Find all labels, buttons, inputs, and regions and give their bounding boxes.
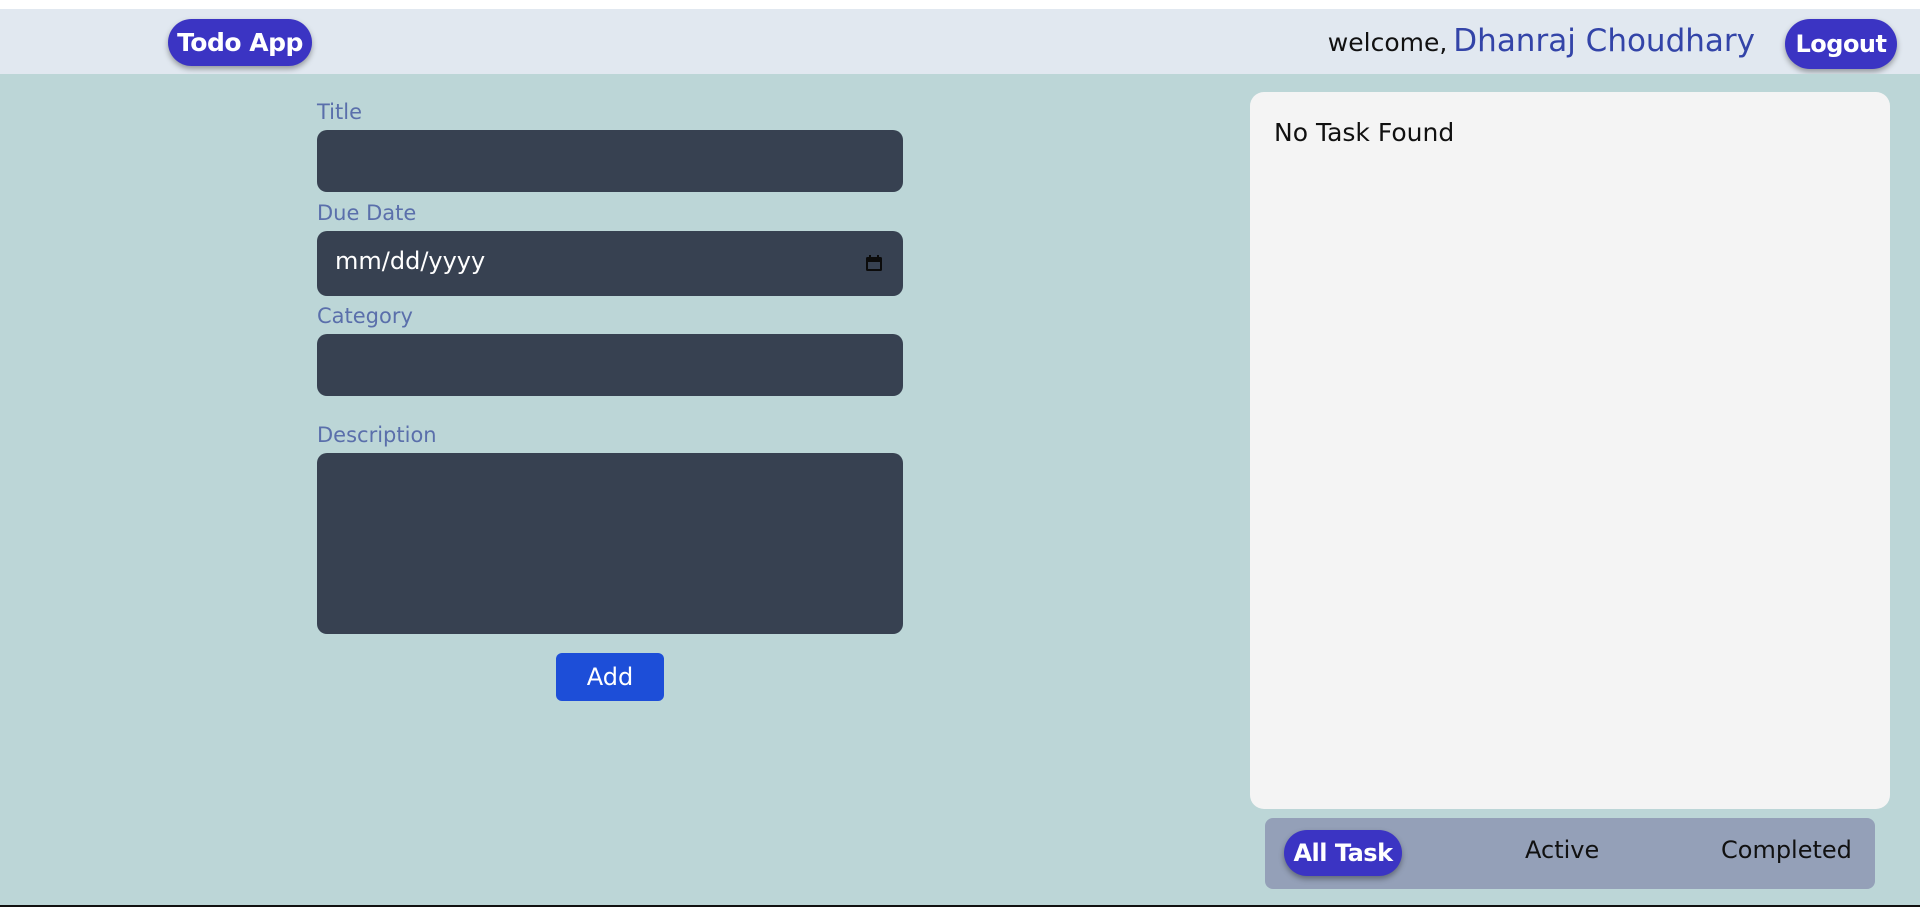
description-label: Description: [317, 423, 437, 447]
filter-bar: All Task Active Completed: [1265, 818, 1875, 889]
due-date-placeholder: mm/dd/yyyy: [335, 247, 486, 275]
due-date-label: Due Date: [317, 201, 417, 225]
filter-completed-button[interactable]: Completed: [1721, 836, 1852, 864]
title-input[interactable]: [317, 130, 903, 192]
calendar-icon[interactable]: [865, 254, 883, 272]
category-input[interactable]: [317, 334, 903, 396]
empty-state-message: No Task Found: [1274, 118, 1455, 147]
filter-active-button[interactable]: Active: [1525, 836, 1599, 864]
task-list-panel: No Task Found: [1250, 92, 1890, 809]
add-button[interactable]: Add: [556, 653, 664, 701]
filter-all-tasks-button[interactable]: All Task: [1284, 830, 1402, 876]
navbar: Todo App welcome, Dhanraj Choudhary Logo…: [0, 9, 1920, 74]
main-area: Title Due Date mm/dd/yyyy Category Descr…: [0, 74, 1920, 907]
welcome-text: welcome,: [1327, 28, 1448, 57]
due-date-input[interactable]: mm/dd/yyyy: [317, 231, 903, 296]
logout-button[interactable]: Logout: [1785, 19, 1897, 69]
category-label: Category: [317, 304, 413, 328]
page: Todo App welcome, Dhanraj Choudhary Logo…: [0, 0, 1920, 909]
title-label: Title: [317, 100, 363, 124]
user-name: Dhanraj Choudhary: [1453, 23, 1755, 59]
welcome-message: welcome, Dhanraj Choudhary: [1328, 23, 1755, 61]
description-textarea[interactable]: [317, 453, 903, 634]
brand-button[interactable]: Todo App: [168, 19, 312, 66]
